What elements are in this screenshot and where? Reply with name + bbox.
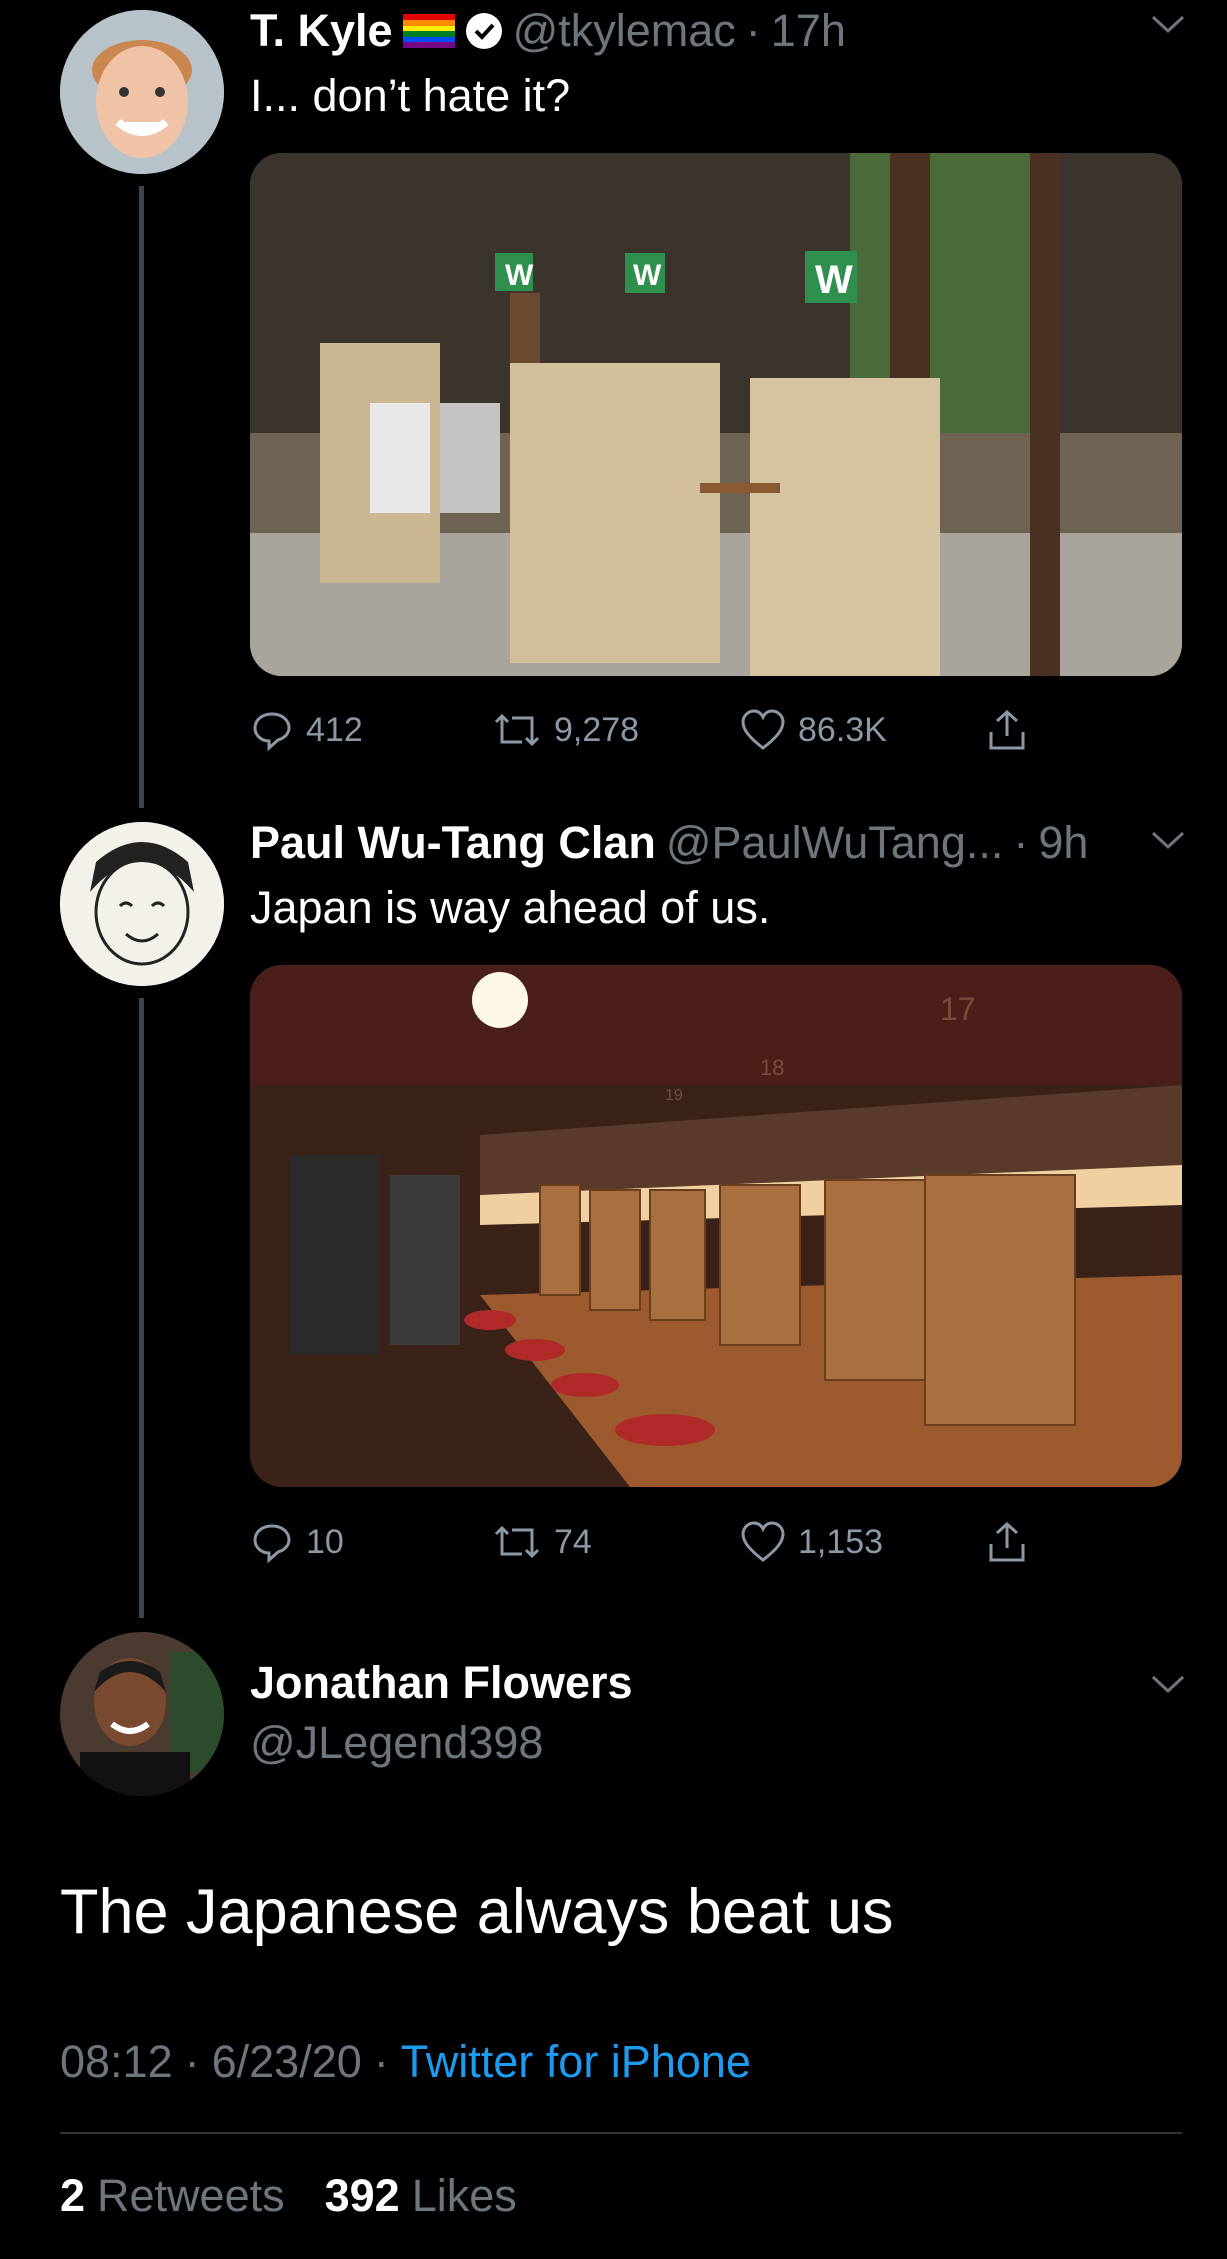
divider xyxy=(60,2132,1182,2134)
tweet-photo[interactable]: 17 18 19 xyxy=(250,965,1182,1487)
like-count: 86.3K xyxy=(798,710,887,749)
reply-count: 10 xyxy=(306,1522,344,1561)
avatar-tkyle[interactable] xyxy=(60,10,224,174)
retweet-icon xyxy=(494,1525,540,1559)
likes-count[interactable]: 392 xyxy=(325,2170,400,2222)
booth-number-17: 17 xyxy=(940,991,976,1027)
verified-badge-icon xyxy=(465,12,503,50)
tweet-menu-chevron-icon[interactable] xyxy=(1150,12,1186,41)
avatar-jlegend-image xyxy=(60,1632,224,1796)
reply-button[interactable]: 10 xyxy=(250,1520,344,1564)
meta-dot: · xyxy=(184,2036,200,2087)
retweet-icon xyxy=(494,713,540,747)
tweet-photo[interactable]: W W W xyxy=(250,153,1182,676)
action-bar: 10 74 1,153 xyxy=(250,1512,1050,1572)
reply-count: 412 xyxy=(306,710,363,749)
focus-menu-chevron-icon[interactable] xyxy=(1150,1672,1186,1701)
retweets-count[interactable]: 2 xyxy=(60,2170,85,2222)
likes-label[interactable]: Likes xyxy=(412,2170,517,2222)
focus-tweet-text: The Japanese always beat us xyxy=(60,1877,894,1947)
retweet-count: 74 xyxy=(554,1522,592,1561)
like-button[interactable]: 1,153 xyxy=(740,1520,883,1564)
like-count: 1,153 xyxy=(798,1522,884,1561)
display-name[interactable]: Paul Wu-Tang Clan xyxy=(250,817,656,869)
focus-time: 08:12 xyxy=(60,2036,173,2087)
separator-dot: · xyxy=(1013,817,1029,868)
meta-dot: · xyxy=(373,2036,389,2087)
reply-icon xyxy=(253,712,291,752)
timestamp[interactable]: 17h xyxy=(771,5,846,57)
thread-line-2 xyxy=(139,998,144,1618)
retweet-button[interactable]: 74 xyxy=(492,1520,592,1564)
booth-number-18: 18 xyxy=(760,1055,784,1080)
share-icon xyxy=(989,709,1025,750)
booth-number-19: 19 xyxy=(665,1087,683,1104)
handle[interactable]: @PaulWuTang... xyxy=(666,817,1004,869)
display-name[interactable]: T. Kyle xyxy=(250,5,393,57)
tweet-header: Paul Wu-Tang Clan @PaulWuTang... · 9h xyxy=(250,812,1088,874)
photo-sign-1: W xyxy=(505,259,534,292)
heart-icon xyxy=(741,1521,785,1562)
share-button[interactable] xyxy=(985,1520,1029,1564)
reply-icon xyxy=(253,1524,291,1564)
thread-line xyxy=(139,186,144,808)
focus-date: 6/23/20 xyxy=(211,2036,362,2087)
heart-icon xyxy=(741,709,785,750)
focus-display-name[interactable]: Jonathan Flowers xyxy=(250,1657,633,1709)
avatar-paulwutang[interactable] xyxy=(60,822,224,986)
separator-dot: · xyxy=(745,5,761,56)
like-button[interactable]: 86.3K xyxy=(740,708,887,752)
avatar-paulwutang-image xyxy=(60,822,224,986)
handle[interactable]: @tkylemac xyxy=(513,5,736,57)
reply-button[interactable]: 412 xyxy=(250,708,363,752)
retweet-count: 9,278 xyxy=(554,710,640,749)
outdoor-booths-photo: W W W xyxy=(250,153,1182,676)
engagement-stats: 2 Retweets 392 Likes xyxy=(60,2170,517,2222)
retweet-button[interactable]: 9,278 xyxy=(492,708,639,752)
tweet-text: I... don’t hate it? xyxy=(250,70,571,121)
photo-sign-3: W xyxy=(815,258,853,302)
photo-sign-2: W xyxy=(633,259,662,292)
rainbow-flag-icon xyxy=(402,14,455,48)
action-bar: 412 9,278 86.3K xyxy=(250,700,1050,760)
source-link[interactable]: Twitter for iPhone xyxy=(401,2036,751,2088)
share-button[interactable] xyxy=(985,708,1029,752)
retweets-label[interactable]: Retweets xyxy=(97,2170,285,2222)
tweet-text: Japan is way ahead of us. xyxy=(250,882,771,933)
avatar-jlegend[interactable] xyxy=(60,1632,224,1796)
avatar-tkyle-image xyxy=(60,10,224,174)
share-icon xyxy=(989,1521,1025,1562)
ramen-booths-photo: 17 18 19 xyxy=(250,965,1182,1487)
tweet-menu-chevron-icon[interactable] xyxy=(1150,828,1186,857)
timestamp[interactable]: 9h xyxy=(1038,817,1088,869)
tweet-header: T. Kyle @tkylemac · 17h xyxy=(250,0,846,62)
focus-handle[interactable]: @JLegend398 xyxy=(250,1717,543,1769)
focus-meta: 08:12 · 6/23/20 · Twitter for iPhone xyxy=(60,2036,751,2088)
